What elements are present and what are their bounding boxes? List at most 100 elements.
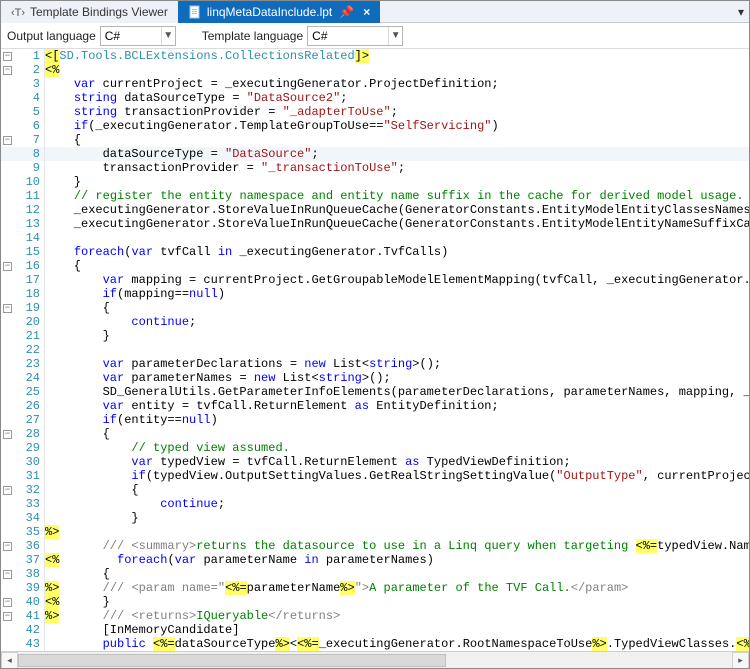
template-language-input[interactable] — [308, 27, 388, 45]
code-line[interactable]: _executingGenerator.StoreValueInRunQueue… — [45, 217, 749, 231]
chevron-down-icon[interactable]: ▼ — [161, 27, 175, 45]
line-number: 14 — [1, 231, 44, 245]
code-line[interactable]: <% foreach(var parameterName in paramete… — [45, 553, 749, 567]
fold-toggle[interactable]: − — [3, 304, 12, 313]
code-line[interactable]: <[SD.Tools.BCLExtensions.CollectionsRela… — [45, 49, 749, 63]
code-line[interactable]: { — [45, 567, 749, 581]
code-line[interactable] — [45, 231, 749, 245]
code-line[interactable]: %> /// <returns>IQueryable</returns> — [45, 609, 749, 623]
option-bar: Output language ▼ Template language ▼ — [1, 23, 749, 49]
code-line[interactable]: SD_GeneralUtils.GetParameterInfoElements… — [45, 385, 749, 399]
line-number: 18 — [1, 287, 44, 301]
scroll-track[interactable] — [18, 652, 732, 669]
editor-tabs: ‹T› Template Bindings Viewer linqMetaDat… — [1, 1, 749, 23]
fold-toggle[interactable]: − — [3, 136, 12, 145]
tab-filler — [380, 1, 733, 22]
scroll-left-button[interactable]: ◂ — [1, 652, 18, 669]
line-number: 15 — [1, 245, 44, 259]
tab-linqmetadatainclude[interactable]: linqMetaDataInclude.lpt 📌 × — [178, 1, 380, 23]
chevron-down-icon[interactable]: ▼ — [388, 27, 402, 45]
tabs-overflow-button[interactable]: ▾ — [733, 1, 749, 22]
ide-window: ‹T› Template Bindings Viewer linqMetaDat… — [0, 0, 750, 669]
line-number: 26 — [1, 399, 44, 413]
code-line[interactable]: var parameterDeclarations = new List<str… — [45, 357, 749, 371]
code-line[interactable]: { — [45, 427, 749, 441]
line-number: 7− — [1, 133, 44, 147]
code-line[interactable]: [InMemoryCandidate] — [45, 623, 749, 637]
output-language-input[interactable] — [101, 27, 161, 45]
close-icon[interactable]: × — [363, 5, 370, 19]
code-line[interactable]: string transactionProvider = "_adapterTo… — [45, 105, 749, 119]
fold-toggle[interactable]: − — [3, 486, 12, 495]
code-line[interactable]: var currentProject = _executingGenerator… — [45, 77, 749, 91]
line-number: 3 — [1, 77, 44, 91]
line-number: 5 — [1, 105, 44, 119]
line-number: 6 — [1, 119, 44, 133]
code-line[interactable]: if(typedView.OutputSettingValues.GetReal… — [45, 469, 749, 483]
code-line[interactable]: { — [45, 259, 749, 273]
code-line[interactable]: if(mapping==null) — [45, 287, 749, 301]
line-number: 37 — [1, 553, 44, 567]
line-number: 17 — [1, 273, 44, 287]
code-line[interactable]: } — [45, 175, 749, 189]
output-language-combo[interactable]: ▼ — [100, 26, 176, 46]
pin-icon[interactable]: 📌 — [339, 5, 354, 19]
line-number: 29 — [1, 441, 44, 455]
code-line[interactable]: continue; — [45, 497, 749, 511]
code-line[interactable]: // register the entity namespace and ent… — [45, 189, 749, 203]
code-line[interactable]: } — [45, 329, 749, 343]
template-language-combo[interactable]: ▼ — [307, 26, 403, 46]
fold-toggle[interactable]: − — [3, 570, 12, 579]
code-line[interactable]: %> /// <param name="<%=parameterName%>">… — [45, 581, 749, 595]
fold-toggle[interactable]: − — [3, 598, 12, 607]
code-line[interactable]: var entity = tvfCall.ReturnElement as En… — [45, 399, 749, 413]
code-line[interactable]: <% } — [45, 595, 749, 609]
fold-toggle[interactable]: − — [3, 52, 12, 61]
fold-toggle[interactable]: − — [3, 66, 12, 75]
code-area[interactable]: <[SD.Tools.BCLExtensions.CollectionsRela… — [45, 49, 749, 651]
code-line[interactable]: { — [45, 483, 749, 497]
code-line[interactable]: %> — [45, 525, 749, 539]
horizontal-scrollbar[interactable]: ◂ ▸ — [1, 651, 749, 668]
fold-toggle[interactable]: − — [3, 262, 12, 271]
code-line[interactable]: <% — [45, 63, 749, 77]
tab-template-bindings-viewer[interactable]: ‹T› Template Bindings Viewer — [1, 1, 178, 23]
code-line[interactable]: { — [45, 133, 749, 147]
line-number: 41− — [1, 609, 44, 623]
line-number: 38− — [1, 567, 44, 581]
code-line[interactable]: if(entity==null) — [45, 413, 749, 427]
code-line[interactable]: var parameterNames = new List<string>(); — [45, 371, 749, 385]
code-line[interactable]: if(_executingGenerator.TemplateGroupToUs… — [45, 119, 749, 133]
code-line[interactable]: { — [45, 301, 749, 315]
code-line[interactable]: dataSourceType = "DataSource"; — [45, 147, 749, 161]
tab-label: Template Bindings Viewer — [30, 5, 168, 19]
line-number: 36− — [1, 539, 44, 553]
line-number: 32− — [1, 483, 44, 497]
fold-toggle[interactable]: − — [3, 542, 12, 551]
code-line[interactable]: /// <summary>returns the datasource to u… — [45, 539, 749, 553]
code-line[interactable]: _executingGenerator.StoreValueInRunQueue… — [45, 203, 749, 217]
code-editor[interactable]: 1−2−34567−8910111213141516−171819−202122… — [1, 49, 749, 651]
code-line[interactable]: continue; — [45, 315, 749, 329]
code-line[interactable]: var typedView = tvfCall.ReturnElement as… — [45, 455, 749, 469]
line-number: 27 — [1, 413, 44, 427]
scroll-right-button[interactable]: ▸ — [732, 652, 749, 669]
code-line[interactable]: public <%=dataSourceType%><<%=_executing… — [45, 637, 749, 651]
scroll-thumb[interactable] — [18, 654, 446, 667]
code-line[interactable]: transactionProvider = "_transactionToUse… — [45, 161, 749, 175]
code-line[interactable]: foreach(var tvfCall in _executingGenerat… — [45, 245, 749, 259]
code-line[interactable]: string dataSourceType = "DataSource2"; — [45, 91, 749, 105]
code-line[interactable]: } — [45, 511, 749, 525]
fold-toggle[interactable]: − — [3, 430, 12, 439]
line-number: 34 — [1, 511, 44, 525]
code-line[interactable]: // typed view assumed. — [45, 441, 749, 455]
line-number-gutter: 1−2−34567−8910111213141516−171819−202122… — [1, 49, 45, 651]
line-number: 20 — [1, 315, 44, 329]
fold-toggle[interactable]: − — [3, 612, 12, 621]
line-number: 25 — [1, 385, 44, 399]
code-line[interactable] — [45, 343, 749, 357]
line-number: 9 — [1, 161, 44, 175]
line-number: 43 — [1, 637, 44, 651]
code-line[interactable]: var mapping = currentProject.GetGroupabl… — [45, 273, 749, 287]
line-number: 40− — [1, 595, 44, 609]
